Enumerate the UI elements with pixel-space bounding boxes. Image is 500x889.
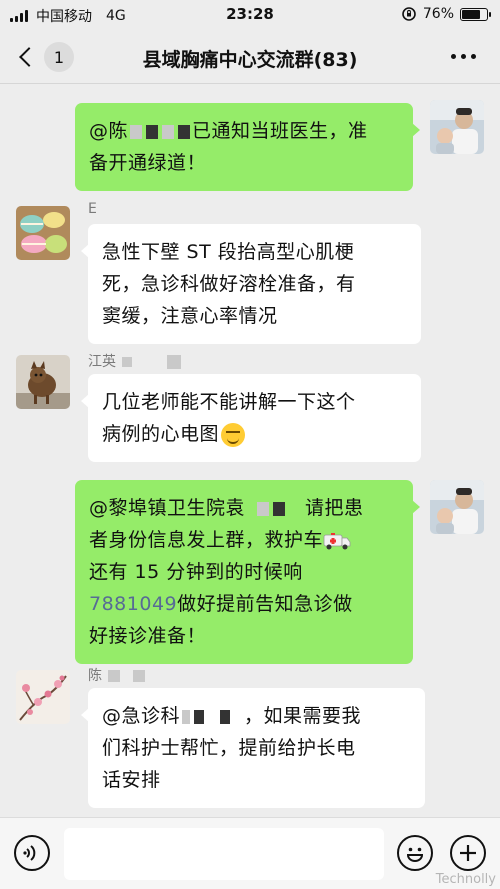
mention-text: @陈 [89, 120, 129, 142]
battery-percent: 76% [422, 6, 454, 22]
more-dot-icon [471, 54, 476, 59]
grinning-emoji-icon [221, 422, 246, 447]
message-line: 7881049做好提前告知急诊做 [89, 588, 399, 620]
message-line: @陈 已通知当班医生，准 [89, 115, 399, 147]
message-line: 几位老师能不能讲解一下这个 [102, 391, 356, 413]
voice-icon [23, 845, 36, 861]
watermark-text: Technolly [435, 872, 496, 887]
message-line: 们科护士帮忙，提前给护长电 [102, 737, 356, 759]
ambulance-icon [323, 532, 351, 549]
more-functions-button[interactable] [450, 835, 486, 871]
my-avatar[interactable] [430, 480, 484, 534]
redaction-mosaic [257, 501, 270, 516]
plus-icon [460, 845, 476, 861]
message-line: 话安排 [102, 769, 161, 791]
message-text: 请把患 [305, 497, 364, 519]
message-bubble-theirs[interactable]: @急诊科 ，如果需要我 们科护士帮忙，提前给护长电 话安排 [81, 688, 425, 808]
chat-area[interactable]: @陈 已通知当班医生，准 备开通绿道！ E 急性下壁 ST 段抬高型心肌梗 死，急… [0, 85, 500, 815]
message-line: @急诊科 ，如果需要我 [102, 700, 411, 732]
message-input[interactable] [64, 828, 384, 880]
message-line: 还有 15 分钟到的时候响 [89, 561, 303, 583]
mention-text: @急诊科 [102, 705, 181, 727]
status-bar: 中国移动 4G 23:28 76% [0, 0, 500, 30]
redaction-mosaic [273, 501, 286, 516]
sender-name: E [88, 201, 97, 217]
redaction-mosaic [182, 709, 191, 724]
redaction-mosaic [178, 124, 191, 139]
redaction-mosaic [132, 670, 145, 682]
sender-name-row: 陈 [88, 665, 147, 685]
battery-fill [462, 9, 481, 19]
sender-name: 江英 [88, 354, 116, 370]
message-text: 者身份信息发上群，救护车 [89, 529, 324, 551]
message-line: 者身份信息发上群，救护车 [89, 524, 399, 556]
chat-title: 县域胸痛中心交流群(83) [142, 49, 358, 71]
redaction-mosaic [220, 709, 231, 724]
avatar-blossom-icon [16, 670, 70, 724]
mention-text: @黎埠镇卫生院袁 [89, 497, 246, 519]
sender-avatar[interactable] [16, 206, 70, 260]
message-line: 备开通绿道！ [89, 152, 207, 174]
sender-name-row: 江英 [88, 351, 183, 371]
more-dot-icon [451, 54, 456, 59]
redaction-mosaic [194, 709, 205, 724]
message-text: 已通知当班医生，准 [192, 120, 368, 142]
message-bubble-mine[interactable]: @陈 已通知当班医生，准 备开通绿道！ [75, 103, 420, 191]
avatar-macarons-icon [16, 206, 70, 260]
redaction-mosaic [146, 124, 159, 139]
more-options-button[interactable] [451, 54, 476, 59]
message-line: 窦缓，注意心率情况 [102, 305, 278, 327]
emoji-button[interactable] [397, 835, 433, 871]
redaction-mosaic [122, 357, 133, 367]
avatar-photo-icon [430, 100, 484, 154]
emoji-face-icon [406, 847, 424, 862]
sender-avatar[interactable] [16, 355, 70, 409]
status-right: 76% [401, 6, 491, 22]
message-bubble-mine[interactable]: @黎埠镇卫生院袁 请把患 者身份信息发上群，救护车 还有 15 分钟到的时候响 7… [75, 480, 420, 664]
message-text: ，如果需要我 [244, 705, 362, 727]
rotation-lock-icon [402, 7, 416, 21]
message-text: 做好提前告知急诊做 [177, 593, 353, 615]
avatar-dog-icon [16, 355, 70, 409]
voice-input-button[interactable] [14, 835, 50, 871]
message-line: 好接诊准备！ [89, 625, 207, 647]
message-bubble-theirs[interactable]: 急性下壁 ST 段抬高型心肌梗 死，急诊科做好溶栓准备，有 窦缓，注意心率情况 [81, 224, 421, 344]
more-dot-icon [461, 54, 466, 59]
message-text: 病例的心电图 [102, 423, 220, 445]
redaction-mosaic [130, 124, 143, 139]
battery-icon [460, 7, 491, 21]
phone-number-link[interactable]: 7881049 [89, 593, 177, 615]
redaction-mosaic [162, 124, 175, 139]
my-avatar[interactable] [430, 100, 484, 154]
input-bar: Technolly [0, 817, 500, 889]
redaction-mosaic [108, 670, 121, 682]
message-line: 急性下壁 ST 段抬高型心肌梗 [102, 241, 355, 263]
redaction-mosaic [166, 355, 181, 369]
message-line: @黎埠镇卫生院袁 请把患 [89, 492, 399, 524]
sender-name: 陈 [88, 668, 102, 684]
nav-bar: 1 县域胸痛中心交流群(83) [0, 30, 500, 84]
sender-avatar[interactable] [16, 670, 70, 724]
message-line: 病例的心电图 [102, 418, 407, 450]
message-bubble-theirs[interactable]: 几位老师能不能讲解一下这个 病例的心电图 [81, 374, 421, 462]
message-line: 死，急诊科做好溶栓准备，有 [102, 273, 356, 295]
avatar-photo-icon [430, 480, 484, 534]
